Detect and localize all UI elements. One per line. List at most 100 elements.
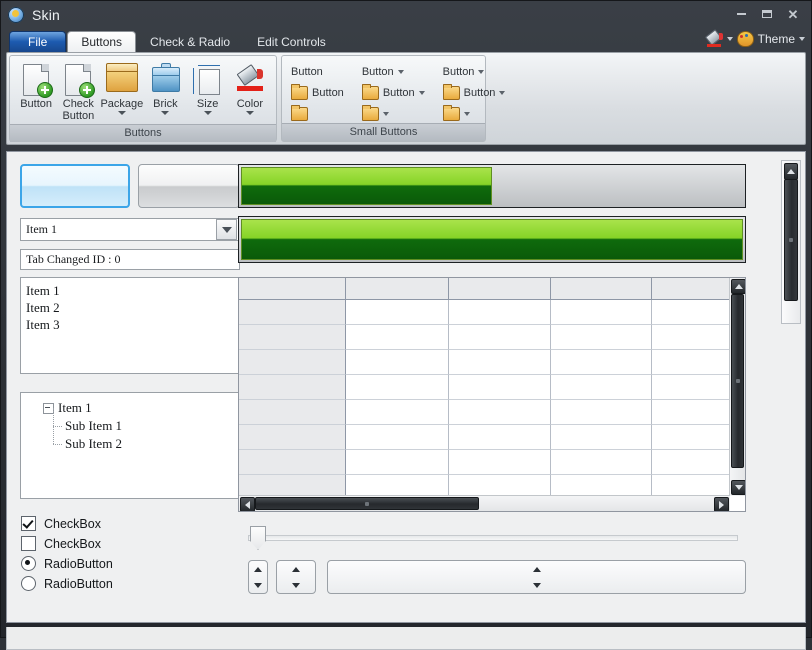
caret-down-icon[interactable] (292, 582, 300, 588)
color-chevron-down-icon[interactable] (726, 37, 733, 41)
small-button-3-1[interactable]: Button (439, 62, 510, 81)
slider-track[interactable] (248, 535, 738, 541)
table-cell[interactable] (651, 325, 730, 350)
checkbox-row-1[interactable]: CheckBox (21, 516, 101, 531)
table-cell[interactable] (448, 325, 552, 350)
theme-label[interactable]: Theme (758, 32, 795, 46)
checkbox-row-2[interactable]: CheckBox (21, 536, 101, 551)
column-header[interactable] (346, 278, 449, 300)
column-header[interactable] (651, 278, 730, 300)
row-header-cell[interactable] (239, 475, 347, 496)
tab-buttons[interactable]: Buttons (67, 31, 137, 52)
list-item[interactable]: Item 2 (26, 299, 239, 316)
table-cell[interactable] (448, 300, 552, 325)
small-button-3-3[interactable] (439, 104, 510, 123)
tree-node-root[interactable]: Item 1 (43, 399, 239, 417)
chevron-down-icon[interactable] (397, 69, 404, 74)
table-cell[interactable] (346, 350, 449, 375)
table-cell[interactable] (346, 325, 449, 350)
caret-up-icon[interactable] (292, 566, 300, 572)
chevron-down-icon[interactable] (463, 111, 470, 116)
grid-vertical-scrollbar[interactable] (729, 278, 745, 496)
table-cell[interactable] (551, 475, 652, 496)
table-cell[interactable] (448, 400, 552, 425)
table-cell[interactable] (651, 375, 730, 400)
ribbon-button-check-button[interactable]: Check Button (57, 60, 99, 124)
chevron-down-icon[interactable] (382, 111, 389, 116)
spin-wide[interactable] (276, 560, 316, 594)
list-item[interactable]: Item 1 (26, 282, 239, 299)
brick-chevron-down-icon[interactable] (161, 111, 170, 115)
table-cell[interactable] (346, 300, 449, 325)
spin-narrow[interactable] (248, 560, 268, 594)
table-cell[interactable] (651, 450, 730, 475)
data-grid[interactable] (238, 277, 746, 512)
combo-box-dropdown-button[interactable] (216, 219, 237, 240)
table-cell[interactable] (346, 475, 449, 496)
table-row[interactable] (239, 400, 730, 425)
row-header-cell[interactable] (239, 375, 347, 400)
column-header[interactable] (448, 278, 552, 300)
checkbox-checked-icon[interactable] (21, 516, 36, 531)
ribbon-button-size[interactable]: Size (187, 60, 229, 117)
row-header-cell[interactable] (239, 300, 347, 325)
maximize-button[interactable] (755, 5, 779, 23)
grid-horizontal-scroll-thumb[interactable] (255, 497, 479, 510)
table-cell[interactable] (448, 375, 552, 400)
table-cell[interactable] (551, 300, 652, 325)
table-cell[interactable] (551, 325, 652, 350)
table-cell[interactable] (448, 450, 552, 475)
list-item[interactable]: Item 3 (26, 316, 239, 333)
caret-up-icon[interactable] (254, 566, 262, 572)
paint-bucket-icon[interactable] (704, 28, 723, 47)
chevron-down-icon[interactable] (418, 90, 425, 95)
row-header-cell[interactable] (239, 350, 347, 375)
small-button-2-2[interactable]: Button (358, 83, 429, 102)
table-cell[interactable] (346, 400, 449, 425)
table-cell[interactable] (651, 400, 730, 425)
column-header[interactable] (551, 278, 652, 300)
table-cell[interactable] (551, 450, 652, 475)
caret-down-icon[interactable] (532, 582, 541, 588)
radio-row-1[interactable]: RadioButton (21, 556, 113, 571)
table-cell[interactable] (551, 425, 652, 450)
table-row[interactable] (239, 300, 730, 325)
tab-changed-field[interactable]: Tab Changed ID : 0 (20, 249, 240, 270)
slider-trackbar[interactable] (248, 526, 738, 550)
window-vertical-scroll-thumb[interactable] (784, 179, 798, 301)
small-button-2-3[interactable] (358, 104, 429, 123)
tab-check-and-radio[interactable]: Check & Radio (137, 31, 243, 52)
small-button-1-1[interactable]: Button (287, 62, 348, 81)
row-header-cell[interactable] (239, 325, 347, 350)
table-cell[interactable] (551, 375, 652, 400)
package-chevron-down-icon[interactable] (117, 111, 126, 115)
table-row[interactable] (239, 450, 730, 475)
small-button-1-2[interactable]: Button (287, 83, 348, 102)
tree-node-child[interactable]: Sub Item 2 (43, 426, 239, 453)
row-header-cell[interactable] (239, 425, 347, 450)
small-button-2-1[interactable]: Button (358, 62, 429, 81)
table-cell[interactable] (346, 450, 449, 475)
scroll-up-button[interactable] (731, 279, 745, 294)
row-header-cell[interactable] (239, 400, 347, 425)
minimize-button[interactable] (729, 5, 753, 23)
table-cell[interactable] (448, 425, 552, 450)
theme-chevron-down-icon[interactable] (799, 37, 805, 41)
tree-view[interactable]: Item 1 Sub Item 1 Sub Item 2 (20, 392, 240, 499)
scroll-right-button[interactable] (714, 497, 729, 511)
window-vertical-scrollbar[interactable] (781, 160, 801, 324)
window-scroll-up-button[interactable] (784, 163, 798, 180)
tree-node-child[interactable]: Sub Item 1 (43, 408, 239, 435)
combo-box[interactable]: Item 1 (20, 218, 240, 241)
table-row[interactable] (239, 350, 730, 375)
table-row[interactable] (239, 325, 730, 350)
tab-edit-controls[interactable]: Edit Controls (244, 31, 339, 52)
color-chevron-down-icon-2[interactable] (245, 111, 254, 115)
radio-unselected-icon[interactable] (21, 576, 36, 591)
table-cell[interactable] (651, 350, 730, 375)
size-chevron-down-icon[interactable] (203, 111, 212, 115)
ribbon-button-button[interactable]: Button (15, 60, 57, 112)
grid-horizontal-scrollbar[interactable] (239, 495, 730, 511)
caret-down-icon[interactable] (254, 582, 262, 588)
checkbox-unchecked-icon[interactable] (21, 536, 36, 551)
